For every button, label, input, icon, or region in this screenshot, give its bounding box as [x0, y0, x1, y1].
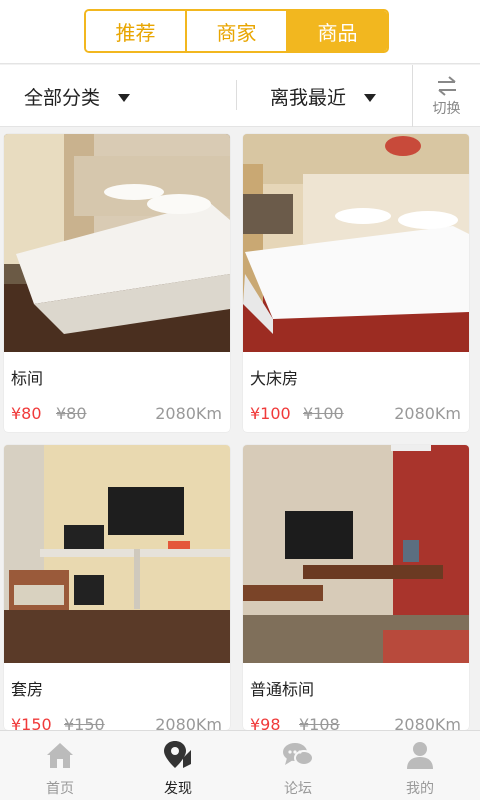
category-label: 全部分类 — [24, 86, 101, 109]
room-photo — [243, 445, 469, 663]
category-dropdown[interactable]: 全部分类 — [24, 65, 131, 127]
product-distance: 2080Km — [155, 404, 222, 423]
divider — [236, 80, 237, 110]
room-photo — [243, 134, 469, 352]
chat-bubbles-icon — [283, 743, 314, 766]
tab-recommend[interactable]: 推荐 — [86, 11, 185, 51]
product-distance: 2080Km — [394, 404, 461, 423]
bottom-nav: 首页 发现 论坛 我的 — [0, 730, 480, 800]
product-name: 普通标间 — [250, 680, 315, 699]
nav-forum[interactable]: 论坛 — [238, 731, 358, 800]
user-icon — [407, 742, 433, 769]
nav-mine[interactable]: 我的 — [360, 731, 480, 800]
room-photo — [4, 445, 230, 663]
product-card[interactable]: 大床房 ¥100 ¥100 2080Km — [243, 134, 469, 432]
nav-home[interactable]: 首页 — [0, 731, 120, 800]
swap-arrows-icon — [437, 75, 456, 96]
product-distance: 2080Km — [155, 715, 222, 730]
nav-discover-label: 发现 — [164, 781, 192, 797]
product-old-price: ¥80 — [56, 404, 87, 423]
product-card[interactable]: 普通标间 ¥98 ¥108 2080Km — [243, 445, 469, 730]
segmented-control: 推荐 商家 商品 — [84, 9, 389, 53]
product-name: 套房 — [11, 680, 44, 699]
product-price: ¥80 — [11, 404, 42, 423]
sort-label: 离我最近 — [270, 86, 347, 109]
product-old-price: ¥150 — [64, 715, 105, 730]
product-old-price: ¥108 — [299, 715, 340, 730]
product-name: 大床房 — [250, 369, 299, 388]
tab-products[interactable]: 商品 — [286, 11, 387, 51]
chevron-down-icon — [364, 94, 377, 102]
nav-forum-label: 论坛 — [284, 781, 312, 797]
product-card[interactable]: 标间 ¥80 ¥80 2080Km — [4, 134, 230, 432]
switch-view-button[interactable]: 切换 — [412, 65, 480, 127]
nav-discover[interactable]: 发现 — [118, 731, 238, 800]
product-card[interactable]: 套房 ¥150 ¥150 2080Km — [4, 445, 230, 730]
chevron-down-icon — [118, 94, 131, 102]
top-header: 推荐 商家 商品 — [0, 0, 480, 64]
switch-label: 切换 — [432, 100, 461, 117]
product-price: ¥150 — [11, 715, 52, 730]
tab-merchants[interactable]: 商家 — [185, 11, 286, 51]
sort-dropdown[interactable]: 离我最近 — [270, 65, 377, 127]
filter-bar: 全部分类 离我最近 切换 — [0, 65, 480, 127]
nav-mine-label: 我的 — [406, 781, 434, 797]
product-distance: 2080Km — [394, 715, 461, 730]
room-photo — [4, 134, 230, 352]
product-name: 标间 — [11, 369, 44, 388]
location-pin-icon — [164, 741, 191, 768]
home-icon — [47, 743, 73, 768]
nav-home-label: 首页 — [46, 781, 74, 797]
product-old-price: ¥100 — [303, 404, 344, 423]
product-price: ¥98 — [250, 715, 281, 730]
product-price: ¥100 — [250, 404, 291, 423]
